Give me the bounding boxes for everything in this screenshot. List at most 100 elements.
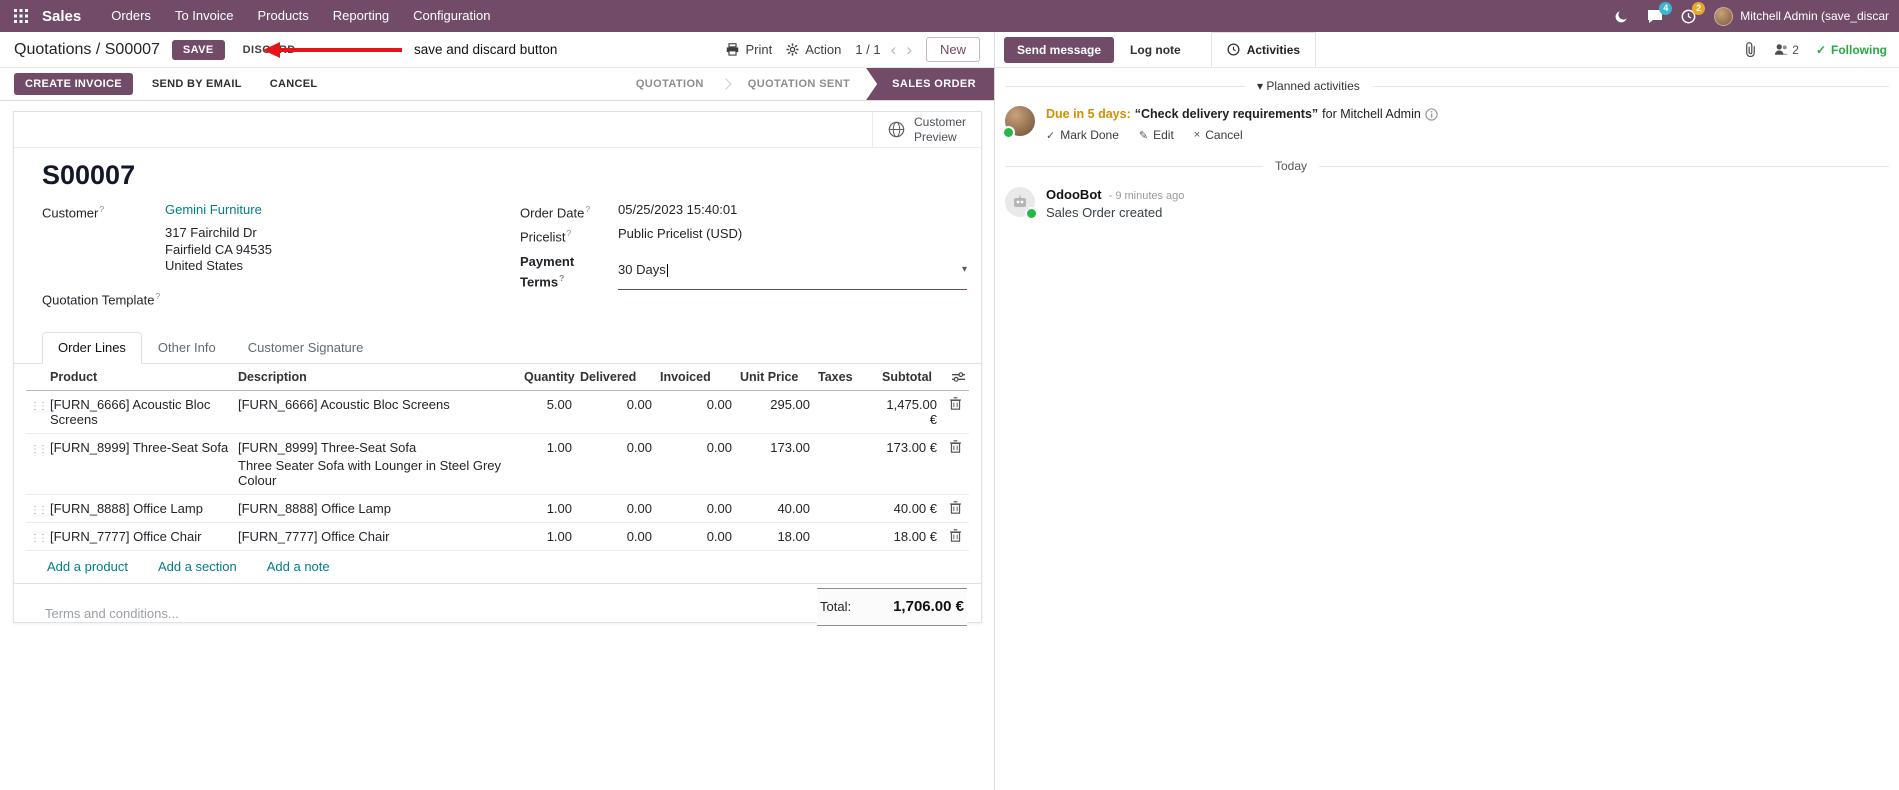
menu-reporting[interactable]: Reporting: [321, 0, 401, 32]
pager-next-icon[interactable]: ›: [906, 41, 912, 58]
cell-description[interactable]: [FURN_7777] Office Chair: [234, 522, 520, 552]
cell-unit-price[interactable]: 18.00: [736, 522, 814, 552]
send-by-email-button[interactable]: SEND BY EMAIL: [143, 73, 251, 95]
edit-activity-button[interactable]: ✎ Edit: [1139, 128, 1174, 142]
message-author[interactable]: OdooBot: [1046, 187, 1102, 202]
activity-clock-icon[interactable]: 2: [1681, 1, 1706, 24]
delete-row-icon[interactable]: [945, 529, 965, 542]
drag-handle-icon[interactable]: ⋮⋮: [30, 533, 48, 544]
activities-tab[interactable]: Activities: [1210, 32, 1317, 67]
activity-assignee-avatar[interactable]: [1002, 106, 1035, 139]
table-row[interactable]: ⋮⋮ [FURN_7777] Office Chair [FURN_7777] …: [26, 522, 969, 552]
cell-invoiced[interactable]: 0.00: [656, 522, 736, 552]
cell-quantity[interactable]: 5.00: [520, 390, 576, 435]
col-description[interactable]: Description: [234, 364, 520, 392]
cell-delivered[interactable]: 0.00: [576, 522, 656, 552]
print-button[interactable]: Print: [726, 42, 772, 57]
user-menu[interactable]: Mitchell Admin (save_discar: [1714, 6, 1889, 26]
payment-terms-input[interactable]: 30 Days ▾: [618, 253, 967, 290]
cell-quantity[interactable]: 1.00: [520, 494, 576, 524]
menu-configuration[interactable]: Configuration: [401, 0, 502, 32]
col-subtotal[interactable]: Subtotal: [878, 364, 941, 392]
log-note-button[interactable]: Log note: [1130, 43, 1181, 57]
send-message-button[interactable]: Send message: [1004, 36, 1115, 63]
col-product[interactable]: Product: [46, 364, 234, 392]
cell-taxes[interactable]: [814, 522, 878, 552]
col-taxes[interactable]: Taxes: [814, 364, 878, 392]
col-quantity[interactable]: Quantity: [520, 364, 576, 392]
cell-description[interactable]: [FURN_8999] Three-Seat Sofa Three Seater …: [234, 433, 520, 496]
menu-orders[interactable]: Orders: [99, 0, 163, 32]
cell-unit-price[interactable]: 295.00: [736, 390, 814, 435]
cancel-button[interactable]: CANCEL: [261, 73, 327, 95]
action-menu-button[interactable]: Action: [786, 42, 841, 57]
cell-invoiced[interactable]: 0.00: [656, 433, 736, 496]
tab-customer-signature[interactable]: Customer Signature: [232, 332, 380, 364]
discard-button[interactable]: DISCARD: [237, 40, 302, 60]
add-product-link[interactable]: Add a product: [47, 559, 128, 574]
info-icon[interactable]: [1425, 108, 1438, 121]
cell-taxes[interactable]: [814, 494, 878, 524]
new-button[interactable]: New: [925, 37, 980, 62]
cell-delivered[interactable]: 0.00: [576, 433, 656, 496]
stage-quotation-sent[interactable]: QUOTATION SENT: [732, 68, 866, 100]
messages-icon[interactable]: 4: [1647, 1, 1673, 24]
attachments-button[interactable]: [1743, 42, 1757, 57]
customer-preview-button[interactable]: Customer Preview: [871, 112, 981, 147]
chevron-down-icon[interactable]: ▾: [962, 261, 967, 278]
moon-icon[interactable]: [1614, 9, 1629, 24]
cell-description[interactable]: [FURN_8888] Office Lamp: [234, 494, 520, 524]
col-delivered[interactable]: Delivered: [576, 364, 656, 392]
cell-unit-price[interactable]: 173.00: [736, 433, 814, 496]
terms-and-conditions-input[interactable]: Terms and conditions...: [45, 606, 179, 621]
followers-button[interactable]: 2: [1774, 43, 1799, 57]
pager-prev-icon[interactable]: ‹: [891, 41, 897, 58]
cell-quantity[interactable]: 1.00: [520, 433, 576, 496]
planned-activities-toggle[interactable]: ▾ Planned activities: [1245, 79, 1372, 93]
delete-row-icon[interactable]: [945, 440, 965, 453]
drag-handle-icon[interactable]: ⋮⋮: [30, 401, 48, 412]
col-invoiced[interactable]: Invoiced: [656, 364, 736, 392]
drag-handle-icon[interactable]: ⋮⋮: [30, 444, 48, 455]
cell-taxes[interactable]: [814, 433, 878, 496]
cell-product[interactable]: [FURN_6666] Acoustic Bloc Screens: [46, 390, 234, 435]
mark-done-button[interactable]: ✓ Mark Done: [1046, 128, 1119, 142]
add-section-link[interactable]: Add a section: [158, 559, 237, 574]
cancel-activity-button[interactable]: × Cancel: [1194, 128, 1243, 142]
drag-handle-icon[interactable]: ⋮⋮: [30, 505, 48, 516]
order-date-value[interactable]: 05/25/2023 15:40:01: [618, 201, 737, 221]
cell-product[interactable]: [FURN_7777] Office Chair: [46, 522, 234, 552]
customer-value-link[interactable]: Gemini Furniture: [165, 201, 262, 221]
col-unit-price[interactable]: Unit Price: [736, 364, 814, 392]
stage-quotation[interactable]: QUOTATION: [620, 68, 720, 100]
cell-quantity[interactable]: 1.00: [520, 522, 576, 552]
save-button[interactable]: SAVE: [171, 39, 225, 60]
cell-product[interactable]: [FURN_8999] Three-Seat Sofa: [46, 433, 234, 496]
cell-unit-price[interactable]: 40.00: [736, 494, 814, 524]
delete-row-icon[interactable]: [945, 397, 965, 410]
table-row[interactable]: ⋮⋮ [FURN_8999] Three-Seat Sofa [FURN_899…: [26, 433, 969, 496]
app-title[interactable]: Sales: [42, 8, 81, 25]
column-options[interactable]: [941, 364, 969, 392]
table-row[interactable]: ⋮⋮ [FURN_6666] Acoustic Bloc Screens [FU…: [26, 390, 969, 435]
pricelist-value[interactable]: Public Pricelist (USD): [618, 225, 742, 245]
table-row[interactable]: ⋮⋮ [FURN_8888] Office Lamp [FURN_8888] O…: [26, 494, 969, 524]
cell-product[interactable]: [FURN_8888] Office Lamp: [46, 494, 234, 524]
odoobot-avatar[interactable]: [1005, 187, 1038, 220]
menu-to-invoice[interactable]: To Invoice: [163, 0, 246, 32]
cell-invoiced[interactable]: 0.00: [656, 494, 736, 524]
cell-delivered[interactable]: 0.00: [576, 390, 656, 435]
cell-delivered[interactable]: 0.00: [576, 494, 656, 524]
breadcrumb-quotations[interactable]: Quotations: [14, 41, 91, 58]
add-note-link[interactable]: Add a note: [267, 559, 330, 574]
menu-products[interactable]: Products: [245, 0, 320, 32]
stage-sales-order[interactable]: SALES ORDER: [866, 68, 994, 100]
create-invoice-button[interactable]: CREATE INVOICE: [14, 73, 133, 95]
delete-row-icon[interactable]: [945, 501, 965, 514]
cell-description[interactable]: [FURN_6666] Acoustic Bloc Screens: [234, 390, 520, 435]
cell-taxes[interactable]: [814, 390, 878, 435]
cell-invoiced[interactable]: 0.00: [656, 390, 736, 435]
apps-menu-icon[interactable]: [8, 9, 34, 23]
tab-other-info[interactable]: Other Info: [142, 332, 232, 364]
tab-order-lines[interactable]: Order Lines: [42, 332, 142, 365]
